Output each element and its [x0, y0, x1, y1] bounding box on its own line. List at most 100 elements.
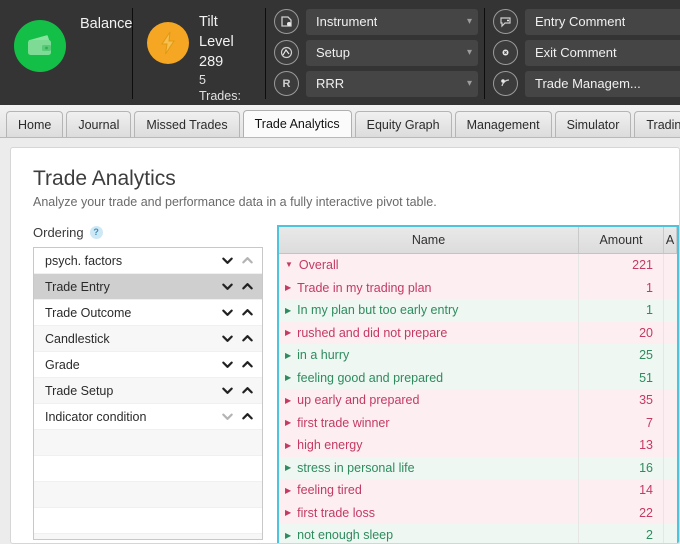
- tab-home[interactable]: Home: [6, 111, 64, 137]
- move-down-button[interactable]: [221, 332, 234, 345]
- ordering-item[interactable]: Grade: [34, 352, 262, 378]
- toolbar-dropdown-group-left: Instrument ▾ Setup ▾ R RRR ▾: [266, 0, 484, 105]
- tab-trading-sessions[interactable]: Trading Sessions: [634, 111, 680, 137]
- move-up-button[interactable]: [241, 306, 254, 319]
- ordering-item[interactable]: Trade Entry: [34, 274, 262, 300]
- ordering-item-label: Trade Entry: [45, 279, 110, 294]
- ordering-item-label: Grade: [45, 357, 80, 372]
- triangle-down-icon[interactable]: ▼: [285, 260, 293, 269]
- pivot-body[interactable]: ▼ Overall 221 ▶ Trade in my trading plan 1 ▶ In…: [279, 254, 677, 543]
- tilt-level-value: 289: [199, 54, 224, 70]
- tilt-level-stat[interactable]: Tilt Level 289 5 Trades: +7 7 Days: 0: [133, 0, 265, 105]
- pivot-table[interactable]: Name Amount A ▼ Overall 221 ▶ Trade in my trad…: [277, 225, 679, 543]
- rrr-icon[interactable]: R: [274, 71, 299, 96]
- balance-stat[interactable]: Balance: [0, 0, 132, 105]
- triangle-right-icon[interactable]: ▶: [285, 306, 291, 315]
- pivot-row-amount: 22: [579, 501, 664, 524]
- tab-journal[interactable]: Journal: [66, 111, 132, 137]
- move-down-button[interactable]: [221, 254, 234, 267]
- pivot-row-extra-cell: [664, 389, 677, 412]
- triangle-right-icon[interactable]: ▶: [285, 531, 291, 540]
- ordering-item[interactable]: Candlestick: [34, 326, 262, 352]
- triangle-right-icon[interactable]: ▶: [285, 373, 291, 382]
- triangle-right-icon[interactable]: ▶: [285, 283, 291, 292]
- triangle-right-icon[interactable]: ▶: [285, 486, 291, 495]
- pivot-row[interactable]: ▶ high energy 13: [279, 434, 677, 457]
- tab-trade-analytics[interactable]: Trade Analytics: [242, 110, 352, 137]
- tilt-level-label: Tilt Level: [199, 14, 234, 50]
- tab-missed-trades[interactable]: Missed Trades: [134, 111, 240, 137]
- exit-comment-icon[interactable]: [493, 40, 518, 65]
- triangle-right-icon[interactable]: ▶: [285, 463, 291, 472]
- move-up-button[interactable]: [241, 280, 254, 293]
- tab-management[interactable]: Management: [454, 111, 552, 137]
- move-up-button[interactable]: [241, 384, 254, 397]
- pivot-row-extra-cell: [664, 344, 677, 367]
- move-down-button[interactable]: [221, 358, 234, 371]
- triangle-right-icon[interactable]: ▶: [285, 441, 291, 450]
- main-tabbar: Home Journal Missed Trades Trade Analytics E…: [0, 105, 680, 138]
- ordering-item[interactable]: Trade Setup: [34, 378, 262, 404]
- pivot-row[interactable]: ▶ not enough sleep 2: [279, 524, 677, 543]
- pivot-row[interactable]: ▶ first trade loss 22: [279, 501, 677, 524]
- ordering-arrows: [221, 384, 254, 397]
- triangle-right-icon[interactable]: ▶: [285, 351, 291, 360]
- move-down-button[interactable]: [221, 280, 234, 293]
- pivot-row[interactable]: ▶ In my plan but too early entry 1: [279, 299, 677, 322]
- pivot-row[interactable]: ▶ in a hurry 25: [279, 344, 677, 367]
- move-down-button[interactable]: [221, 306, 234, 319]
- move-up-button[interactable]: [241, 358, 254, 371]
- pivot-row[interactable]: ▶ Trade in my trading plan 1: [279, 276, 677, 299]
- help-icon[interactable]: ?: [89, 226, 103, 239]
- pivot-row-label: feeling tired: [297, 483, 362, 498]
- move-up-button[interactable]: [241, 254, 254, 267]
- ordering-item[interactable]: Indicator condition: [34, 404, 262, 430]
- trade-management-dropdown[interactable]: Trade Managem... ▾: [525, 70, 680, 97]
- pivot-row[interactable]: ▶ rushed and did not prepare 20: [279, 321, 677, 344]
- triangle-right-icon[interactable]: ▶: [285, 508, 291, 517]
- pivot-row[interactable]: ▶ feeling tired 14: [279, 479, 677, 502]
- pivot-row-name-cell: ▶ feeling tired: [279, 479, 579, 502]
- triangle-right-icon[interactable]: ▶: [285, 396, 291, 405]
- move-down-button[interactable]: [221, 410, 234, 423]
- trade-management-icon[interactable]: [493, 71, 518, 96]
- rrr-dropdown[interactable]: RRR ▾: [306, 70, 478, 97]
- ordering-item[interactable]: psych. factors: [34, 248, 262, 274]
- pivot-row[interactable]: ▶ feeling good and prepared 51: [279, 366, 677, 389]
- tab-simulator[interactable]: Simulator: [554, 111, 632, 137]
- pivot-row[interactable]: ▶ first trade winner 7: [279, 411, 677, 434]
- pivot-column-header[interactable]: Name: [279, 227, 579, 253]
- pivot-column-header[interactable]: A: [664, 227, 677, 253]
- exit-comment-dropdown[interactable]: Exit Comment ▾: [525, 39, 680, 66]
- tilt-trades-line: 5 Trades: +7: [199, 73, 241, 103]
- instrument-value: Instrument: [316, 14, 378, 29]
- pivot-row[interactable]: ▼ Overall 221: [279, 254, 677, 277]
- move-up-button[interactable]: [241, 332, 254, 345]
- ordering-item-empty: [34, 430, 262, 456]
- setup-icon[interactable]: [274, 40, 299, 65]
- instrument-icon[interactable]: [274, 9, 299, 34]
- ordering-item[interactable]: Trade Outcome: [34, 300, 262, 326]
- pivot-row-label: rushed and did not prepare: [297, 325, 448, 340]
- entry-comment-value: Entry Comment: [535, 14, 626, 29]
- triangle-right-icon[interactable]: ▶: [285, 328, 291, 337]
- chevron-down-icon: ▾: [466, 47, 472, 58]
- instrument-dropdown[interactable]: Instrument ▾: [306, 8, 478, 35]
- pivot-column-header[interactable]: Amount: [579, 227, 664, 253]
- ordering-arrows: [221, 306, 254, 319]
- tab-equity-graph[interactable]: Equity Graph: [354, 111, 452, 137]
- move-down-button[interactable]: [221, 384, 234, 397]
- ordering-label: Ordering: [33, 225, 84, 240]
- pivot-row-label: in a hurry: [297, 348, 350, 363]
- pivot-row-label: first trade loss: [297, 505, 375, 520]
- pivot-row[interactable]: ▶ up early and prepared 35: [279, 389, 677, 412]
- entry-comment-dropdown[interactable]: Entry Comment ▾: [525, 8, 680, 35]
- setup-dropdown[interactable]: Setup ▾: [306, 39, 478, 66]
- setup-value: Setup: [316, 45, 350, 60]
- pivot-row[interactable]: ▶ stress in personal life 16: [279, 456, 677, 479]
- triangle-right-icon[interactable]: ▶: [285, 418, 291, 427]
- move-up-button[interactable]: [241, 410, 254, 423]
- entry-comment-icon[interactable]: [493, 9, 518, 34]
- page-title: Trade Analytics: [33, 167, 176, 190]
- ordering-list[interactable]: psych. factors Trade Entry Trade Outcome Ca…: [33, 247, 263, 540]
